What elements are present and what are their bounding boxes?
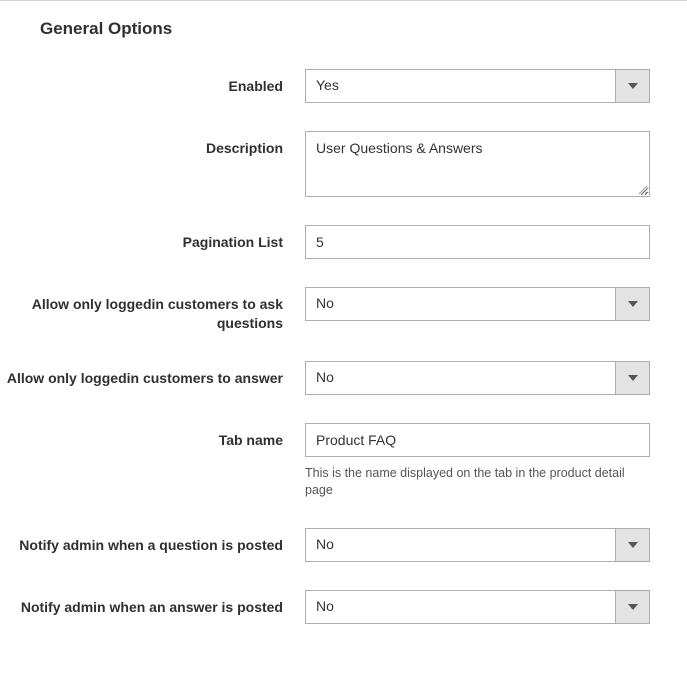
field-row-pagination-list: Pagination List bbox=[0, 225, 687, 259]
label-notify-admin-answer: Notify admin when an answer is posted bbox=[0, 590, 305, 617]
section-title: General Options bbox=[0, 1, 687, 69]
field-row-enabled: Enabled Yes bbox=[0, 69, 687, 103]
select-enabled-value: Yes bbox=[306, 70, 615, 102]
select-allow-loggedin-ask[interactable]: No bbox=[305, 287, 650, 321]
select-allow-loggedin-answer-value: No bbox=[306, 362, 615, 394]
select-enabled[interactable]: Yes bbox=[305, 69, 650, 103]
input-pagination-list[interactable] bbox=[305, 225, 650, 259]
field-row-allow-loggedin-ask: Allow only loggedin customers to ask que… bbox=[0, 287, 687, 333]
select-allow-loggedin-answer[interactable]: No bbox=[305, 361, 650, 395]
select-notify-admin-answer[interactable]: No bbox=[305, 590, 650, 624]
label-enabled: Enabled bbox=[0, 69, 305, 96]
select-notify-admin-question-value: No bbox=[306, 529, 615, 561]
select-allow-loggedin-ask-value: No bbox=[306, 288, 615, 320]
help-text-tab-name: This is the name displayed on the tab in… bbox=[305, 465, 650, 500]
label-pagination-list: Pagination List bbox=[0, 225, 305, 252]
resize-handle-icon bbox=[638, 185, 648, 195]
label-notify-admin-question: Notify admin when a question is posted bbox=[0, 528, 305, 555]
label-allow-loggedin-ask: Allow only loggedin customers to ask que… bbox=[0, 287, 305, 333]
field-row-notify-admin-answer: Notify admin when an answer is posted No bbox=[0, 590, 687, 624]
input-tab-name[interactable] bbox=[305, 423, 650, 457]
field-row-description: Description User Questions & Answers bbox=[0, 131, 687, 197]
field-row-allow-loggedin-answer: Allow only loggedin customers to answer … bbox=[0, 361, 687, 395]
chevron-down-icon bbox=[615, 591, 649, 623]
chevron-down-icon bbox=[615, 70, 649, 102]
chevron-down-icon bbox=[615, 529, 649, 561]
textarea-description[interactable]: User Questions & Answers bbox=[305, 131, 650, 197]
field-row-notify-admin-question: Notify admin when a question is posted N… bbox=[0, 528, 687, 562]
select-notify-admin-answer-value: No bbox=[306, 591, 615, 623]
label-description: Description bbox=[0, 131, 305, 158]
label-tab-name: Tab name bbox=[0, 423, 305, 450]
select-notify-admin-question[interactable]: No bbox=[305, 528, 650, 562]
chevron-down-icon bbox=[615, 288, 649, 320]
field-row-tab-name: Tab name This is the name displayed on t… bbox=[0, 423, 687, 500]
label-allow-loggedin-answer: Allow only loggedin customers to answer bbox=[0, 361, 305, 388]
chevron-down-icon bbox=[615, 362, 649, 394]
textarea-description-value: User Questions & Answers bbox=[316, 140, 483, 156]
